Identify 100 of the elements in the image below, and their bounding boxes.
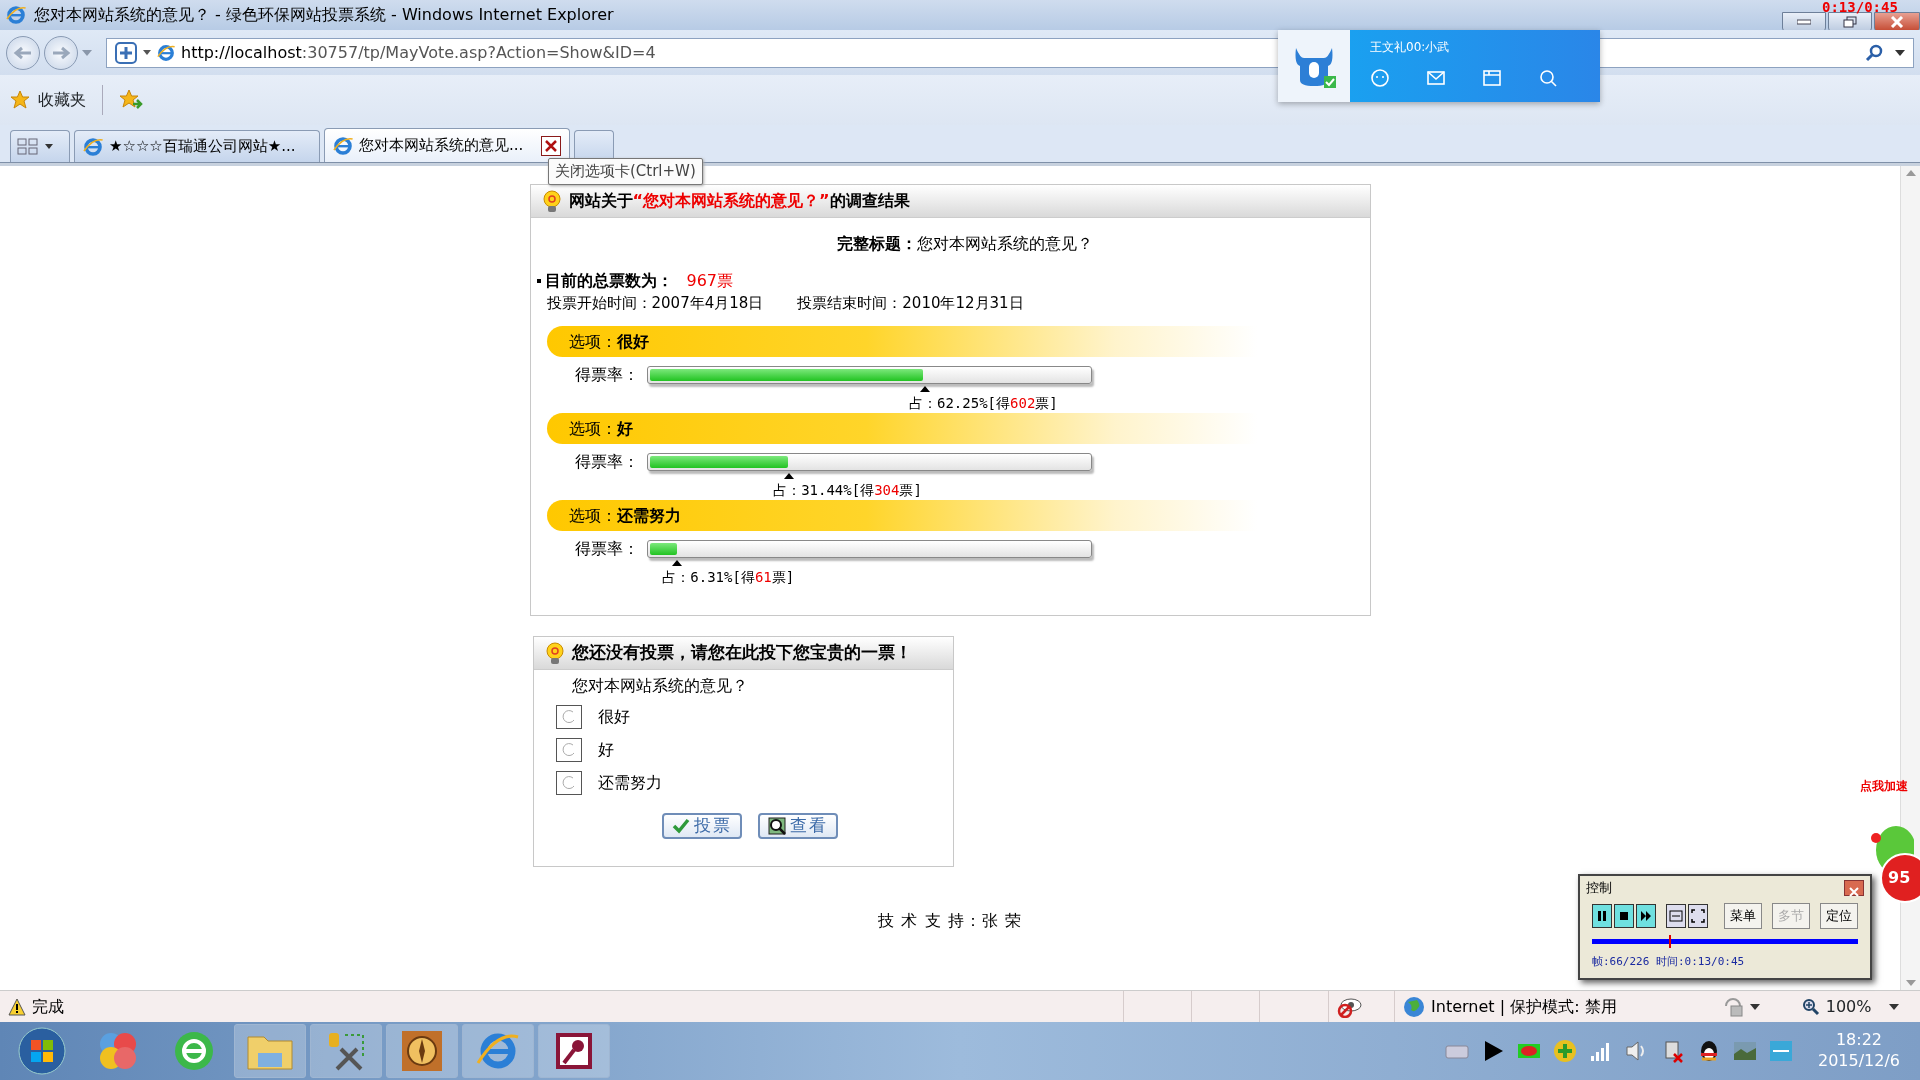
warning-icon <box>8 997 26 1016</box>
rate-label: 得票率： <box>574 364 639 386</box>
magnifier-icon <box>767 817 786 835</box>
control-button[interactable]: 菜单 <box>1723 903 1762 929</box>
score-badge: 95 <box>1880 853 1920 903</box>
globe-icon <box>1403 995 1426 1018</box>
recorder-time: 0:13/0:45 <box>1822 0 1898 17</box>
start-label: 投票开始时间： <box>546 294 652 312</box>
quick-tabs-button[interactable] <box>10 130 70 162</box>
restore-button[interactable] <box>1828 12 1872 32</box>
close-tab-button[interactable] <box>541 135 561 156</box>
full-title: 您对本网站系统的意见？ <box>917 234 1093 253</box>
close-button[interactable] <box>1844 880 1864 896</box>
tooltip: 关闭选项卡(Ctrl+W) <box>548 158 703 185</box>
url-text: http://localhost:30757/tp/MayVote.asp?Action=Show&ID=4 <box>181 41 656 64</box>
panel-heading: 网站关于“您对本网站系统的意见？”的调查结果 <box>568 190 910 212</box>
total-votes: 967票 <box>686 270 734 292</box>
browser-tab[interactable]: 您对本网站系统的意见... <box>324 128 570 162</box>
footer-text: 技 术 支 持：张 荣 <box>878 910 1022 932</box>
option-name: 选项：好 <box>568 417 633 440</box>
app-icon[interactable] <box>1767 1038 1794 1064</box>
close-button[interactable] <box>1874 12 1920 32</box>
option-label: 还需努力 <box>597 771 662 794</box>
step-button[interactable] <box>1635 904 1656 928</box>
seek-marker[interactable] <box>1669 935 1672 948</box>
option-label: 很好 <box>597 705 630 728</box>
marker-icon <box>672 560 683 566</box>
plus-circle-icon[interactable] <box>1551 1038 1578 1064</box>
mail-icon[interactable] <box>1426 68 1446 88</box>
option-label: 好 <box>597 738 614 761</box>
add-favorite-icon[interactable] <box>119 89 143 111</box>
search-icon[interactable] <box>1538 68 1558 88</box>
end-date: 2010年12月31日 <box>902 294 1024 312</box>
dropdown-arrow-icon[interactable] <box>1749 1003 1760 1010</box>
share-text: 占：31.44%[得304票] <box>773 482 922 498</box>
stop-button[interactable] <box>1613 904 1634 928</box>
close-icon <box>1890 16 1904 28</box>
status-text: 完成 <box>32 995 64 1018</box>
taskbar-button[interactable] <box>386 1024 458 1078</box>
forward-arrow-icon <box>51 46 71 60</box>
search-icon[interactable] <box>1865 43 1883 62</box>
dropdown-arrow-icon <box>143 50 151 55</box>
radio-frame[interactable] <box>555 737 582 762</box>
restore-icon <box>1843 16 1857 28</box>
question-text: 您对本网站系统的意见？ <box>570 675 749 697</box>
taskbar-button[interactable] <box>310 1024 382 1078</box>
smiley-icon[interactable] <box>1370 68 1390 88</box>
taskbar-button[interactable] <box>538 1024 610 1078</box>
minimize-icon <box>1797 19 1811 25</box>
grid-icon <box>17 137 39 156</box>
start-date: 2007年4月18日 <box>651 294 764 312</box>
radio-frame[interactable] <box>555 704 582 729</box>
radio-button[interactable] <box>560 741 577 758</box>
close-icon <box>545 139 557 152</box>
close-icon <box>1849 886 1859 897</box>
dropdown-arrow-icon <box>1889 1003 1900 1010</box>
star-icon <box>10 90 30 110</box>
window-title: 您对本网站系统的意见？ - 绿色环保网站投票系统 - Windows Internet Explorer <box>34 4 614 26</box>
view-button[interactable]: 查看 <box>757 813 838 839</box>
speed-label: 点我加速 <box>1860 778 1908 795</box>
ie-logo-icon <box>83 136 103 157</box>
contact-name: 王文礼00:小武 <box>1370 39 1451 56</box>
dropdown-arrow-icon <box>45 144 53 149</box>
minimize-button[interactable] <box>1782 12 1826 32</box>
bullet-icon <box>536 279 541 283</box>
zone-text: Internet | 保护模式: 禁用 <box>1431 995 1617 1018</box>
rate-label: 得票率： <box>574 538 639 560</box>
window-icon[interactable] <box>1482 68 1502 88</box>
scroll-up-icon[interactable] <box>1905 170 1916 176</box>
back-button[interactable] <box>6 35 40 70</box>
dropdown-arrow-icon[interactable] <box>1895 49 1905 56</box>
magnifier-icon <box>1801 997 1820 1016</box>
favorites-button[interactable]: 收藏夹 <box>10 88 86 112</box>
fullscreen-icon <box>1691 909 1705 923</box>
rate-label: 得票率： <box>574 451 639 473</box>
zoom-button[interactable]: 100% <box>1793 991 1920 1022</box>
share-text: 占：6.31%[得61票] <box>662 569 795 585</box>
start-button <box>17 1026 67 1076</box>
lightbulb-icon <box>540 189 563 213</box>
total-label: 目前的总票数为： <box>544 270 673 292</box>
control-button[interactable]: 定位 <box>1819 903 1858 929</box>
radio-button[interactable] <box>560 708 577 725</box>
end-label: 投票结束时间： <box>797 294 903 312</box>
fullscreen-button[interactable] <box>1688 904 1708 928</box>
vote-button[interactable]: 投票 <box>661 813 742 839</box>
clock-date: 2015/12/6 <box>1817 1051 1900 1072</box>
browser-icon <box>173 1030 215 1072</box>
radio-frame[interactable] <box>555 770 582 795</box>
forward-button[interactable] <box>44 35 78 70</box>
compass-icon <box>400 1029 444 1073</box>
playback-info: 帧:66/226 时间:0:13/0:45 <box>1591 954 1746 970</box>
pause-button[interactable] <box>1592 904 1612 928</box>
panel-heading: 您还没有投票，请您在此投下您宝贵的一票！ <box>571 641 912 665</box>
fit-window-button[interactable] <box>1666 904 1687 928</box>
radio-button[interactable] <box>560 774 577 791</box>
checkmark-icon <box>671 818 690 834</box>
option-name: 选项：很好 <box>568 330 649 353</box>
scroll-down-icon[interactable] <box>1905 980 1916 986</box>
browser-tab[interactable]: ★☆☆☆百瑞通公司网站★... <box>74 130 320 162</box>
fast-forward-icon <box>1638 909 1653 923</box>
